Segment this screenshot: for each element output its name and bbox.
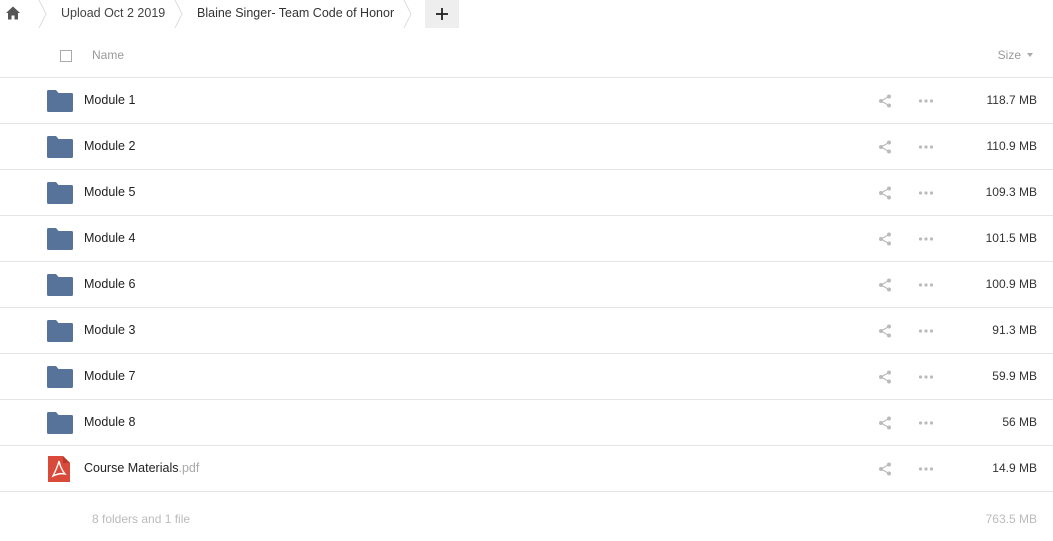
folder-icon [47, 90, 73, 112]
item-name-text: Module 7 [84, 369, 136, 383]
size-column-header[interactable]: Size [998, 48, 1033, 62]
more-icon[interactable] [917, 278, 935, 292]
share-icon[interactable] [878, 232, 892, 246]
item-size: 91.3 MB [992, 323, 1037, 337]
share-icon[interactable] [878, 94, 892, 108]
item-name-text: Module 6 [84, 277, 136, 291]
pdf-file-icon [48, 456, 70, 482]
item-size: 109.3 MB [985, 185, 1037, 199]
item-name[interactable]: Module 1 [84, 93, 135, 107]
name-column-header[interactable]: Name [92, 48, 124, 62]
item-name-text: Module 5 [84, 185, 136, 199]
item-size: 59.9 MB [992, 369, 1037, 383]
folder-row[interactable]: Module 1 118.7 MB [0, 78, 1053, 124]
breadcrumb-separator [403, 0, 412, 28]
folder-row[interactable]: Module 2 110.9 MB [0, 124, 1053, 170]
item-name[interactable]: Module 2 [84, 139, 135, 153]
item-name[interactable]: Module 5 [84, 185, 135, 199]
breadcrumb-item-upload[interactable]: Upload Oct 2 2019 [61, 6, 165, 20]
more-icon[interactable] [917, 416, 935, 430]
folder-row[interactable]: Module 4 101.5 MB [0, 216, 1053, 262]
sort-desc-icon [1027, 53, 1033, 57]
folder-icon [47, 412, 73, 434]
item-name-text: Course Materials [84, 461, 179, 475]
item-size: 118.7 MB [986, 93, 1037, 107]
more-icon[interactable] [917, 324, 935, 338]
folder-icon [47, 320, 73, 342]
share-icon[interactable] [878, 416, 892, 430]
plus-icon [436, 8, 448, 20]
item-size: 110.9 MB [986, 139, 1037, 153]
item-extension: .pdf [178, 461, 200, 475]
share-icon[interactable] [878, 462, 892, 476]
share-icon[interactable] [878, 186, 892, 200]
item-size: 56 MB [1002, 415, 1037, 429]
item-size: 14.9 MB [992, 461, 1037, 475]
list-header: Name Size [0, 32, 1053, 78]
folder-icon [47, 274, 73, 296]
item-name[interactable]: Module 8 [84, 415, 135, 429]
folder-icon [47, 182, 73, 204]
share-icon[interactable] [878, 370, 892, 384]
more-icon[interactable] [917, 94, 935, 108]
item-size: 101.5 MB [985, 231, 1037, 245]
more-icon[interactable] [917, 370, 935, 384]
folder-icon [47, 228, 73, 250]
folder-row[interactable]: Module 8 56 MB [0, 400, 1053, 446]
item-name-text: Module 4 [84, 231, 136, 245]
breadcrumb: Upload Oct 2 2019 Blaine Singer- Team Co… [0, 0, 1053, 28]
total-size: 763.5 MB [985, 512, 1037, 526]
item-name-text: Module 8 [84, 415, 136, 429]
folder-icon [47, 366, 73, 388]
file-row[interactable]: Course Materials.pdf 14.9 MB [0, 446, 1053, 492]
folder-row[interactable]: Module 5 109.3 MB [0, 170, 1053, 216]
add-button[interactable] [425, 0, 459, 28]
breadcrumb-separator [174, 0, 183, 28]
size-column-label: Size [997, 48, 1021, 62]
item-name[interactable]: Module 4 [84, 231, 135, 245]
item-name[interactable]: Module 3 [84, 323, 135, 337]
item-name[interactable]: Course Materials.pdf [84, 461, 199, 475]
list-footer: 8 folders and 1 file 763.5 MB [0, 508, 1053, 530]
file-list: Module 1 118.7 MB Module 2 110.9 MB Module 5… [0, 78, 1053, 492]
items-summary: 8 folders and 1 file [92, 512, 191, 526]
breadcrumb-item-current-folder[interactable]: Blaine Singer- Team Code of Honor [197, 6, 394, 20]
item-name-text: Module 3 [84, 323, 136, 337]
breadcrumb-separator [38, 0, 47, 28]
item-name-text: Module 1 [84, 93, 136, 107]
more-icon[interactable] [917, 462, 935, 476]
folder-row[interactable]: Module 6 100.9 MB [0, 262, 1053, 308]
share-icon[interactable] [878, 278, 892, 292]
item-name[interactable]: Module 6 [84, 277, 135, 291]
more-icon[interactable] [917, 186, 935, 200]
folder-icon [47, 136, 73, 158]
item-name[interactable]: Module 7 [84, 369, 135, 383]
select-all-checkbox[interactable] [60, 50, 72, 62]
item-size: 100.9 MB [985, 277, 1037, 291]
share-icon[interactable] [878, 324, 892, 338]
item-name-text: Module 2 [84, 139, 136, 153]
folder-row[interactable]: Module 3 91.3 MB [0, 308, 1053, 354]
share-icon[interactable] [878, 140, 892, 154]
home-icon[interactable] [5, 5, 21, 21]
more-icon[interactable] [917, 232, 935, 246]
more-icon[interactable] [917, 140, 935, 154]
folder-row[interactable]: Module 7 59.9 MB [0, 354, 1053, 400]
